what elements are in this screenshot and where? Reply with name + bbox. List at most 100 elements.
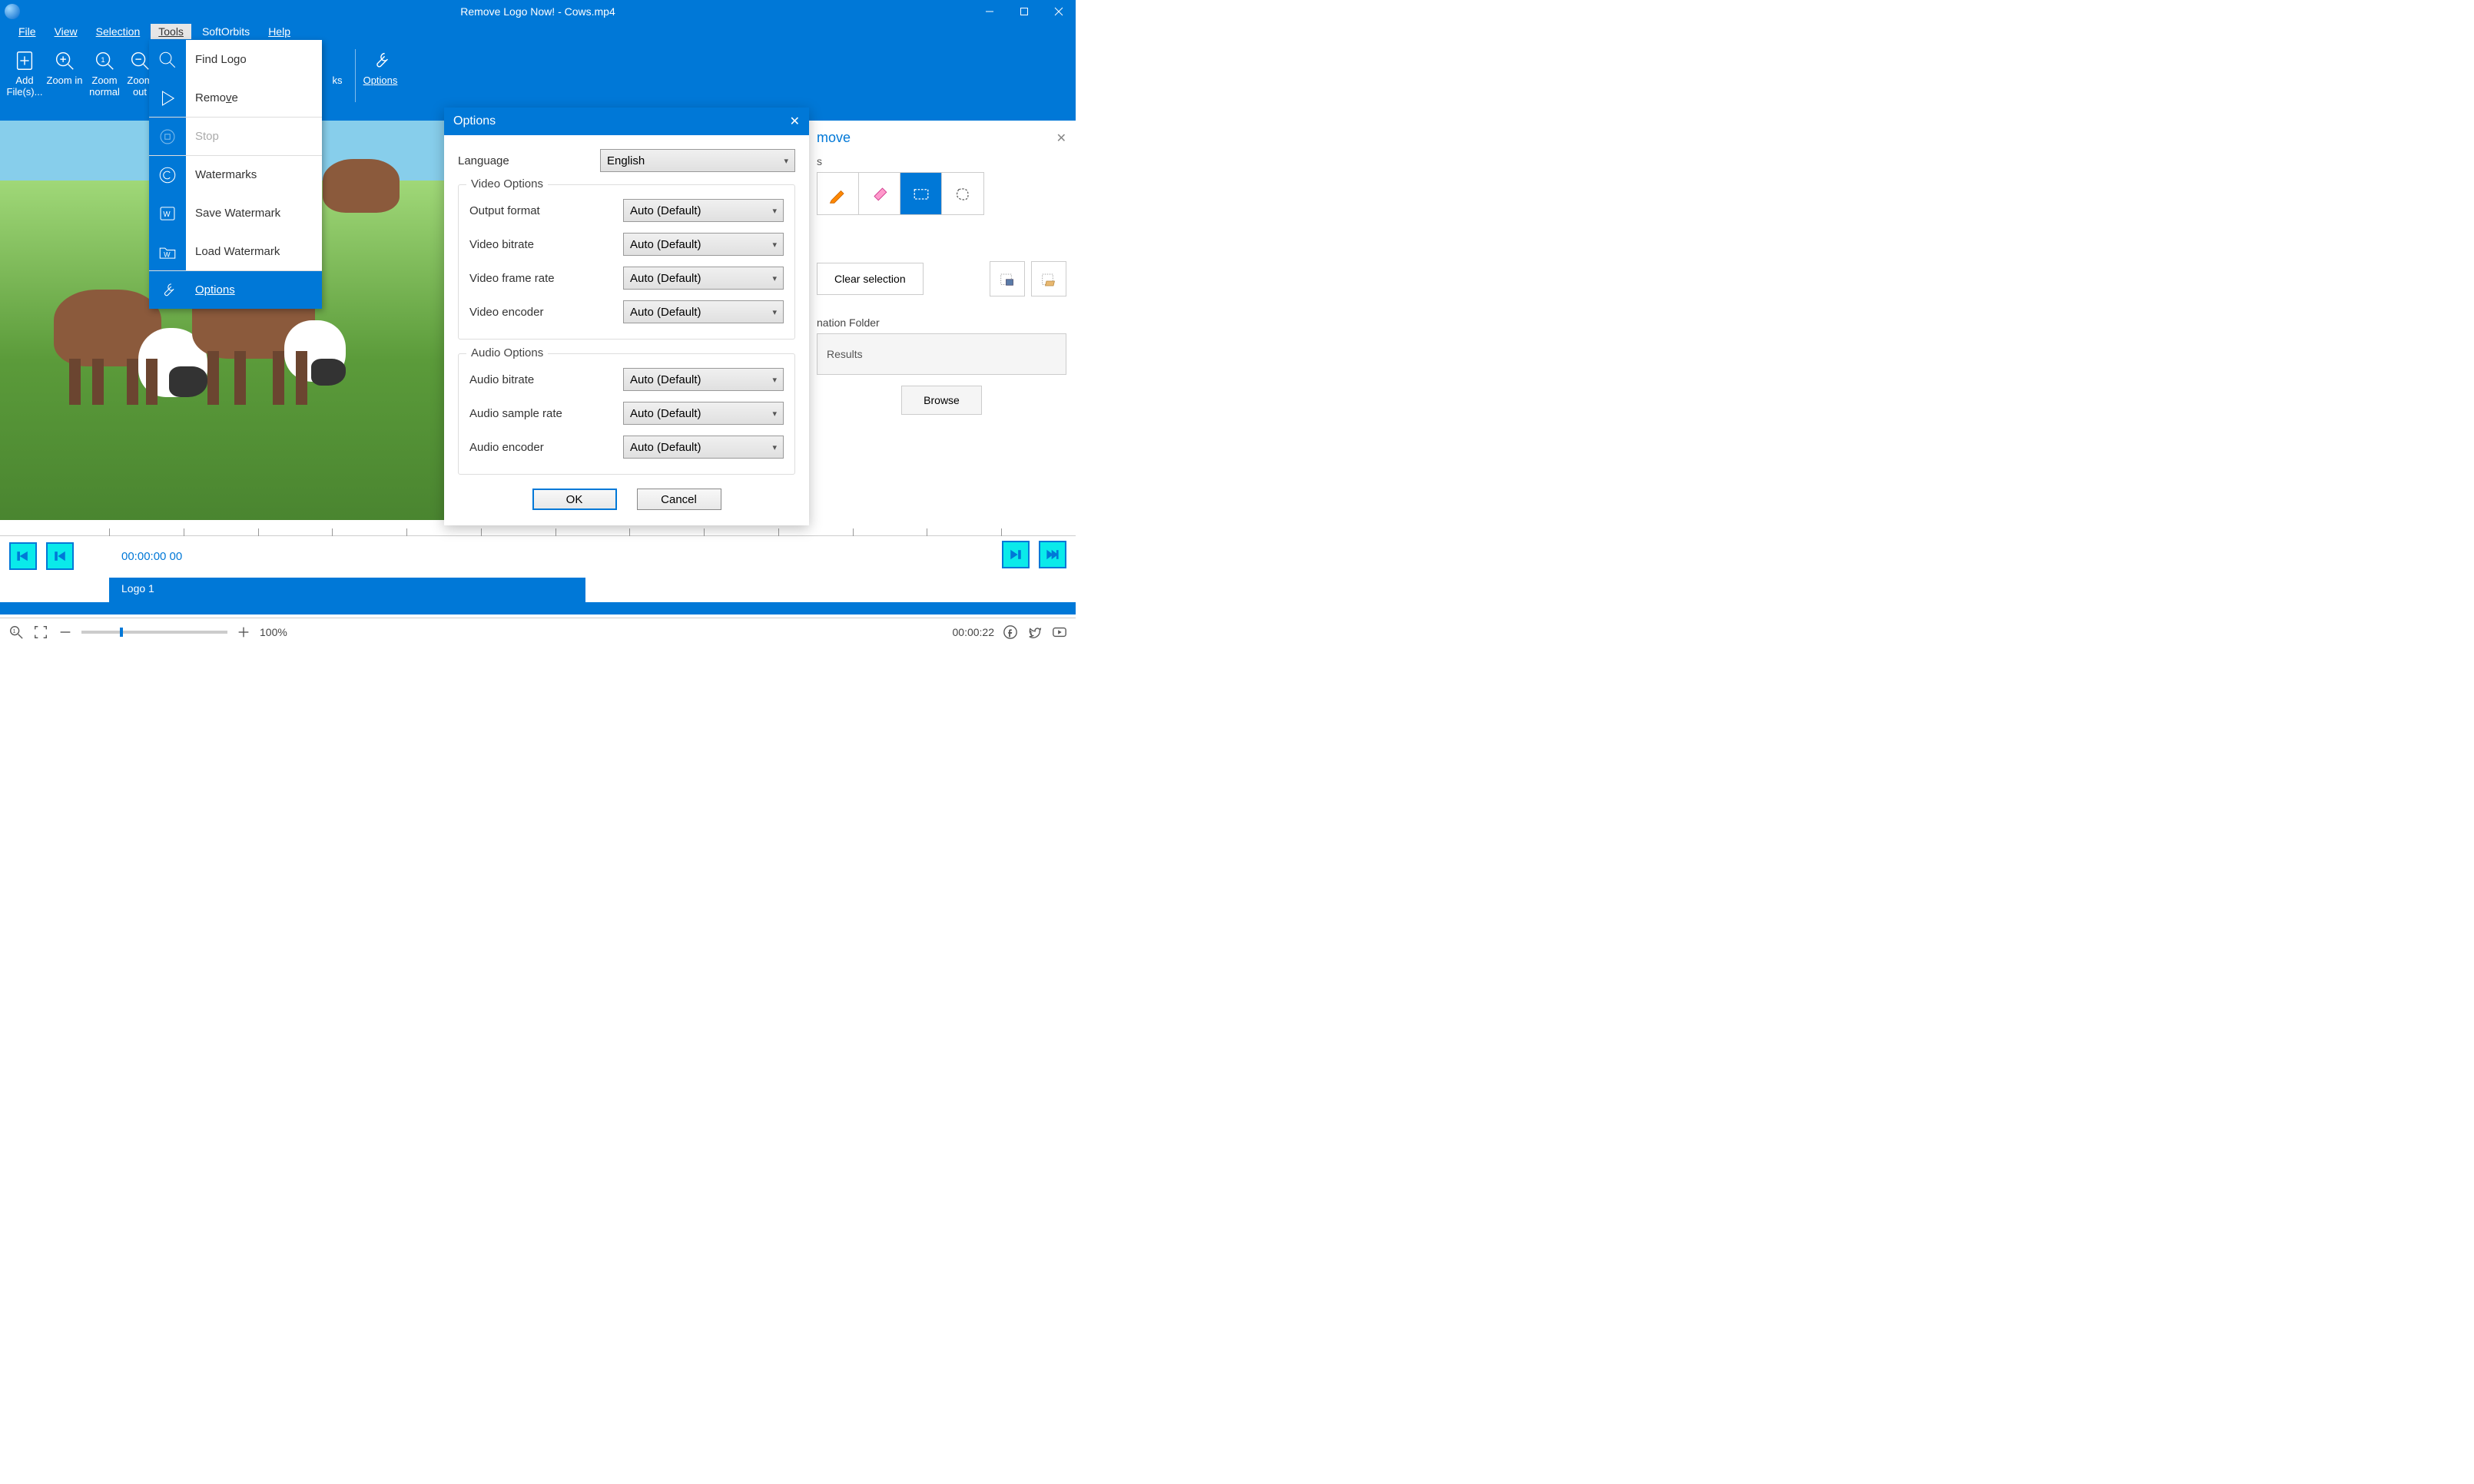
svg-text:W: W — [164, 250, 171, 258]
menu-remove[interactable]: Remove — [149, 78, 322, 117]
output-format-select[interactable]: Auto (Default)▾ — [623, 199, 784, 222]
cancel-button[interactable]: Cancel — [637, 489, 721, 510]
zoom-in-icon — [53, 49, 76, 72]
menu-stop: Stop — [149, 117, 322, 155]
menu-view[interactable]: View — [47, 24, 85, 39]
minimize-button[interactable] — [972, 0, 1007, 23]
load-selection-button[interactable] — [1031, 261, 1066, 296]
zoom-inc-icon[interactable] — [235, 624, 252, 641]
search-icon — [158, 50, 177, 70]
audio-bitrate-label: Audio bitrate — [469, 373, 623, 386]
options-button[interactable]: Options — [360, 45, 400, 121]
video-encoder-label: Video encoder — [469, 306, 623, 319]
load-watermark-icon: W — [158, 242, 177, 262]
menu-find-logo[interactable]: Find Logo — [149, 40, 322, 78]
zoom-out-icon — [128, 49, 151, 72]
add-file-icon — [13, 49, 36, 72]
video-framerate-select[interactable]: Auto (Default)▾ — [623, 267, 784, 290]
prev-frame-button[interactable] — [9, 542, 37, 570]
options-dialog: Options ✕ Language English▾ Video Option… — [444, 108, 809, 525]
statusbar: 1 100% 00:00:22 — [0, 618, 1076, 645]
menu-load-watermark[interactable]: W Load Watermark — [149, 232, 322, 270]
zoom-normal-button[interactable]: 1 Zoom normal — [85, 45, 124, 121]
timeline-base — [0, 602, 1076, 614]
audio-options-legend: Audio Options — [466, 346, 548, 359]
maximize-button[interactable] — [1007, 0, 1041, 23]
fit-screen-icon[interactable] — [32, 624, 49, 641]
panel-title: move — [817, 130, 851, 146]
tools-dropdown: Find Logo Remove Stop Watermarks W Save … — [149, 40, 322, 309]
video-options-legend: Video Options — [466, 177, 548, 190]
chevron-down-icon: ▾ — [772, 409, 777, 419]
duration: 00:00:22 — [953, 626, 995, 638]
zoom-tool-icon[interactable]: 1 — [8, 624, 25, 641]
zoom-slider[interactable] — [81, 631, 227, 634]
next-frame-button[interactable] — [1039, 541, 1066, 568]
add-files-button[interactable]: Add File(s)... — [5, 45, 45, 121]
zoom-dec-icon[interactable] — [57, 624, 74, 641]
step-back-button[interactable] — [46, 542, 74, 570]
tool-freeform[interactable] — [942, 173, 983, 214]
facebook-icon[interactable] — [1002, 624, 1019, 641]
menu-watermarks[interactable]: Watermarks — [149, 155, 322, 194]
menu-help[interactable]: Help — [260, 24, 298, 39]
play-icon — [158, 88, 177, 108]
tool-marker[interactable] — [817, 173, 859, 214]
save-selection-button[interactable] — [990, 261, 1025, 296]
selection-tools — [817, 172, 984, 215]
dialog-close-icon[interactable]: ✕ — [790, 114, 800, 129]
tool-eraser[interactable] — [859, 173, 900, 214]
chevron-down-icon: ▾ — [772, 375, 777, 385]
video-bitrate-select[interactable]: Auto (Default)▾ — [623, 233, 784, 256]
step-forward-button[interactable] — [1002, 541, 1030, 568]
dialog-title: Options — [453, 114, 496, 128]
wrench-icon — [369, 49, 392, 72]
destination-label: nation Folder — [817, 316, 1066, 329]
tool-rectangle[interactable] — [900, 173, 942, 214]
destination-path: Results — [817, 333, 1066, 375]
zoom-in-button[interactable]: Zoom in — [45, 45, 85, 121]
clear-selection-button[interactable]: Clear selection — [817, 263, 924, 295]
menu-file[interactable]: File — [11, 24, 44, 39]
video-encoder-select[interactable]: Auto (Default)▾ — [623, 300, 784, 323]
language-select[interactable]: English▾ — [600, 149, 795, 172]
watermarks-partial-button[interactable]: ks — [324, 45, 350, 121]
audio-samplerate-select[interactable]: Auto (Default)▾ — [623, 402, 784, 425]
tools-label: s — [817, 155, 1066, 167]
output-format-label: Output format — [469, 204, 623, 217]
audio-options-group: Audio Options Audio bitrateAuto (Default… — [458, 353, 795, 475]
menu-tools[interactable]: Tools — [151, 24, 191, 39]
svg-text:1: 1 — [12, 627, 15, 634]
menu-softorbits[interactable]: SoftOrbits — [194, 24, 257, 39]
ok-button[interactable]: OK — [532, 489, 617, 510]
save-watermark-icon: W — [158, 204, 177, 224]
close-button[interactable] — [1041, 0, 1076, 23]
audio-bitrate-select[interactable]: Auto (Default)▾ — [623, 368, 784, 391]
chevron-down-icon: ▾ — [772, 240, 777, 250]
copyright-icon — [158, 165, 177, 185]
stop-icon — [158, 127, 177, 147]
language-label: Language — [458, 154, 600, 167]
video-framerate-label: Video frame rate — [469, 272, 623, 285]
right-panel: move ✕ s Clear selection nation Folder R… — [807, 121, 1076, 522]
app-icon — [5, 4, 20, 19]
timeline-clip[interactable]: Logo 1 — [109, 578, 585, 602]
twitter-icon[interactable] — [1026, 624, 1043, 641]
toolbar-separator — [355, 49, 356, 102]
audio-encoder-select[interactable]: Auto (Default)▾ — [623, 436, 784, 459]
browse-button[interactable]: Browse — [901, 386, 982, 415]
video-options-group: Video Options Output formatAuto (Default… — [458, 184, 795, 340]
chevron-down-icon: ▾ — [772, 442, 777, 452]
panel-close-icon[interactable]: ✕ — [1056, 131, 1066, 146]
zoom-normal-icon: 1 — [93, 49, 116, 72]
svg-text:W: W — [163, 210, 171, 219]
menu-save-watermark[interactable]: W Save Watermark — [149, 194, 322, 232]
chevron-down-icon: ▾ — [772, 307, 777, 317]
video-bitrate-label: Video bitrate — [469, 238, 623, 251]
youtube-icon[interactable] — [1051, 624, 1068, 641]
menu-selection[interactable]: Selection — [88, 24, 148, 39]
menubar: File View Selection Tools SoftOrbits Hel… — [0, 23, 1076, 40]
menu-options[interactable]: Options — [149, 270, 322, 309]
zoom-percent: 100% — [260, 626, 287, 638]
audio-encoder-label: Audio encoder — [469, 441, 623, 454]
